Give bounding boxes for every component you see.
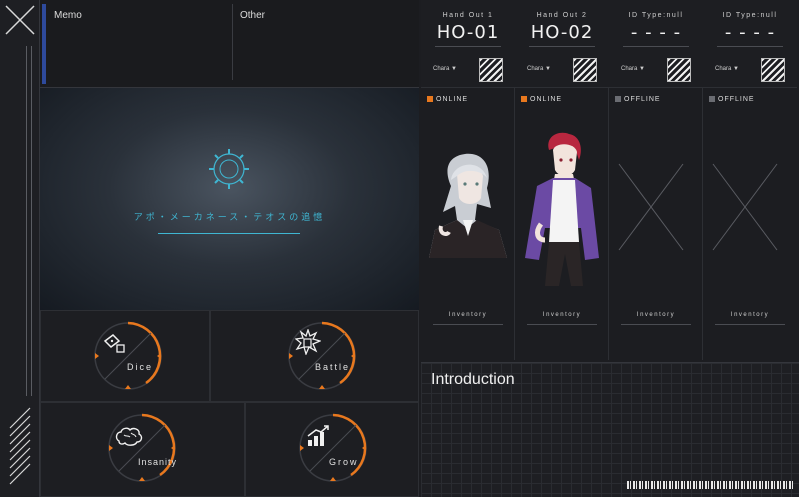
dice-ring-icon <box>94 321 162 390</box>
dice-icon <box>103 334 125 353</box>
inventory-button[interactable]: Inventory <box>515 312 609 318</box>
status-text: ONLINE <box>436 96 469 103</box>
handout-divider <box>717 46 783 47</box>
character-portrait[interactable] <box>515 108 609 304</box>
status-indicator: ONLINE <box>521 96 562 103</box>
handout-card: ID Type:null - - - - Chara ▼ OFFLINE Inv… <box>609 0 703 360</box>
inventory-divider <box>715 324 785 325</box>
hatch-box-icon[interactable] <box>573 58 597 82</box>
memo-panel: Memo Other <box>40 0 419 88</box>
chara-dropdown[interactable]: Chara ▼ <box>715 66 739 72</box>
handout-code: HO-01 <box>436 22 500 43</box>
battle-button[interactable]: Battle <box>210 310 419 402</box>
memo-label: Memo <box>54 10 82 21</box>
handout-header: Hand Out 2 HO-02 Chara ▼ <box>515 0 609 88</box>
hatch-box-icon[interactable] <box>761 58 785 82</box>
handout-subtitle: ID Type:null <box>628 12 684 19</box>
status-dot-icon <box>521 96 527 102</box>
scenario-title: アポ・メーカネース・テオスの追憶 <box>133 212 326 222</box>
insanity-button[interactable]: Insanity <box>40 402 245 497</box>
status-dot-icon <box>709 96 715 102</box>
left-rail <box>0 0 40 497</box>
status-dot-icon <box>427 96 433 102</box>
inventory-button[interactable]: Inventory <box>703 312 797 318</box>
actions-grid: Dice Battle Insanity Grow <box>40 310 419 497</box>
hatch-decoration-icon <box>9 407 31 485</box>
hatch-box-icon[interactable] <box>667 58 691 82</box>
handout-subtitle: ID Type:null <box>722 12 778 19</box>
grow-label: Grow <box>329 457 359 467</box>
grow-chart-icon <box>307 425 329 446</box>
status-dot-icon <box>615 96 621 102</box>
status-text: OFFLINE <box>624 96 661 103</box>
handout-header: ID Type:null - - - - Chara ▼ <box>703 0 797 88</box>
empty-portrait-placeholder-icon[interactable] <box>703 108 797 304</box>
insanity-label: Insanity <box>138 457 178 467</box>
hatch-box-icon[interactable] <box>479 58 503 82</box>
character-portrait[interactable] <box>421 108 515 304</box>
brain-icon <box>115 427 143 446</box>
status-indicator: ONLINE <box>427 96 468 103</box>
scenario-key-visual: アポ・メーカネース・テオスの追憶 <box>40 88 419 310</box>
inventory-button[interactable]: Inventory <box>609 312 703 318</box>
handout-subtitle: Hand Out 1 <box>442 12 494 19</box>
handout-card: ID Type:null - - - - Chara ▼ OFFLINE Inv… <box>703 0 797 360</box>
chara-dropdown[interactable]: Chara ▼ <box>527 66 551 72</box>
memo-accent-bar <box>42 4 46 84</box>
introduction-panel[interactable]: Introduction <box>421 362 799 497</box>
barcode-icon <box>627 481 793 489</box>
other-area[interactable]: Other <box>234 4 414 80</box>
inventory-divider <box>621 324 691 325</box>
chara-dropdown[interactable]: Chara ▼ <box>621 66 645 72</box>
handout-code: - - - - <box>630 22 682 43</box>
insanity-ring-icon <box>108 413 176 482</box>
handouts-panel: Hand Out 1 HO-01 Chara ▼ ONLINE Inventor… <box>421 0 799 360</box>
gear-logo-icon <box>209 149 249 189</box>
title-underline <box>158 233 300 234</box>
battle-label: Battle <box>315 362 351 372</box>
dice-button[interactable]: Dice <box>40 310 210 402</box>
handout-header: ID Type:null - - - - Chara ▼ <box>609 0 703 88</box>
handout-code: - - - - <box>724 22 776 43</box>
battle-icon <box>295 329 321 355</box>
status-indicator: OFFLINE <box>615 96 661 103</box>
handout-card: Hand Out 1 HO-01 Chara ▼ ONLINE Inventor… <box>421 0 515 360</box>
handout-header: Hand Out 1 HO-01 Chara ▼ <box>421 0 515 88</box>
status-text: OFFLINE <box>718 96 755 103</box>
chara-dropdown[interactable]: Chara ▼ <box>433 66 457 72</box>
other-label: Other <box>240 10 266 21</box>
grow-button[interactable]: Grow <box>245 402 419 497</box>
status-text: ONLINE <box>530 96 563 103</box>
inventory-button[interactable]: Inventory <box>421 312 515 318</box>
empty-portrait-placeholder-icon[interactable] <box>609 108 703 304</box>
handout-divider <box>435 46 501 47</box>
handout-code: HO-02 <box>530 22 594 43</box>
handout-divider <box>623 46 689 47</box>
inventory-divider <box>433 324 503 325</box>
introduction-title: Introduction <box>431 371 515 388</box>
rail-divider <box>26 46 32 396</box>
handout-card: Hand Out 2 HO-02 Chara ▼ ONLINE Inventor… <box>515 0 609 360</box>
memo-area[interactable]: Memo <box>50 4 233 80</box>
dice-label: Dice <box>127 362 154 372</box>
close-icon[interactable] <box>4 4 36 36</box>
inventory-divider <box>527 324 597 325</box>
handout-divider <box>529 46 595 47</box>
handout-subtitle: Hand Out 2 <box>536 12 588 19</box>
status-indicator: OFFLINE <box>709 96 755 103</box>
grow-ring-icon <box>299 413 367 482</box>
